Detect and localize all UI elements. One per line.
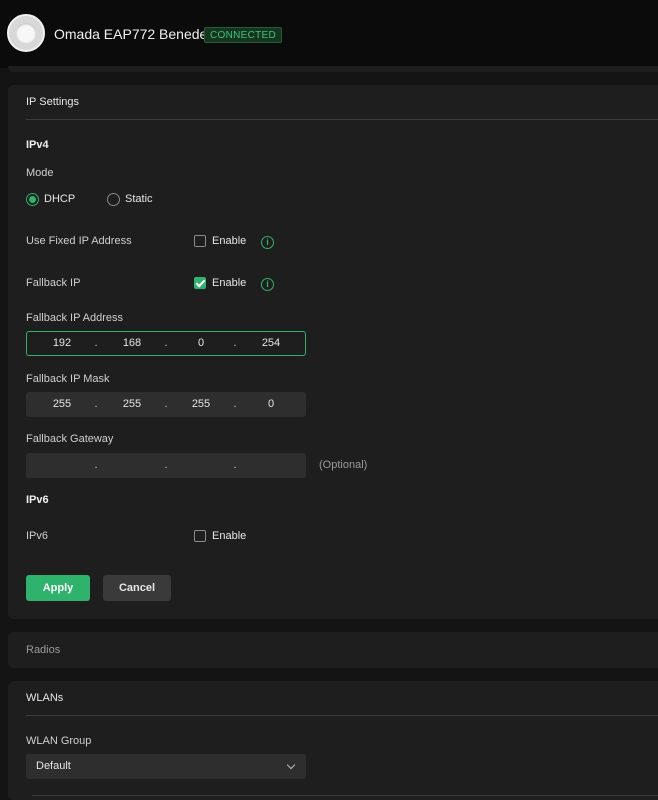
radios-title[interactable]: Radios — [26, 644, 60, 656]
ipv6-heading: IPv6 — [26, 494, 49, 506]
mode-dhcp-radio[interactable]: DHCP — [26, 192, 96, 208]
mode-label: Mode — [26, 167, 54, 179]
info-icon[interactable]: i — [261, 236, 274, 249]
wlans-divider — [26, 715, 658, 716]
apply-button[interactable]: Apply — [26, 575, 90, 601]
fixed-ip-checkbox[interactable]: Enable — [194, 234, 254, 250]
fallback-ip-checkbox[interactable]: Enable — [194, 276, 254, 292]
ip-octet-3[interactable]: 0 — [176, 332, 226, 355]
cancel-button[interactable]: Cancel — [103, 575, 171, 601]
wlan-group-select[interactable]: Default — [26, 754, 306, 779]
mode-static-radio[interactable]: Static — [107, 192, 177, 208]
gateway-optional-hint: (Optional) — [319, 459, 368, 471]
ip-settings-card: IP Settings IPv4 Mode DHCP Static Use Fi… — [8, 85, 658, 619]
device-avatar-icon — [7, 14, 45, 52]
gateway-octet-1[interactable] — [37, 454, 87, 477]
mask-octet-1[interactable]: 255 — [37, 393, 87, 416]
checkbox-checked-icon — [194, 277, 206, 289]
mode-static-label: Static — [125, 193, 153, 205]
ip-settings-divider — [26, 119, 658, 120]
mode-dhcp-label: DHCP — [44, 193, 76, 205]
radios-card[interactable]: Radios — [8, 632, 658, 668]
fallback-ip-address-input[interactable]: 192 . 168 . 0 . 254 — [26, 331, 306, 356]
ip-dot-separator: . — [94, 337, 98, 349]
mask-octet-2[interactable]: 255 — [107, 393, 157, 416]
device-name: Omada EAP772 Beneden — [54, 26, 216, 42]
ip-octet-4[interactable]: 254 — [246, 332, 296, 355]
ip-dot-separator: . — [233, 459, 237, 471]
ipv6-checkbox[interactable]: Enable — [194, 529, 254, 545]
ipv4-heading: IPv4 — [26, 139, 49, 151]
ipv6-label: IPv6 — [26, 530, 49, 542]
ip-dot-separator: . — [233, 398, 237, 410]
fixed-ip-enable-label: Enable — [212, 235, 247, 247]
radio-checked-icon — [26, 193, 39, 206]
fallback-ip-address-label: Fallback IP Address — [26, 312, 124, 324]
fallback-ip-enable-label: Enable — [212, 277, 247, 289]
fallback-gateway-label: Fallback Gateway — [26, 433, 114, 445]
fallback-ip-label: Fallback IP — [26, 277, 81, 289]
wlans-title[interactable]: WLANs — [26, 692, 63, 704]
ipv6-enable-label: Enable — [212, 530, 247, 542]
checkbox-unchecked-icon — [194, 235, 206, 247]
fallback-gateway-input[interactable]: . . . — [26, 453, 306, 478]
ip-dot-separator: . — [94, 459, 98, 471]
ip-dot-separator: . — [164, 398, 168, 410]
mask-octet-4[interactable]: 0 — [246, 393, 296, 416]
mask-octet-3[interactable]: 255 — [176, 393, 226, 416]
checkbox-unchecked-icon — [194, 530, 206, 542]
info-icon[interactable]: i — [261, 278, 274, 291]
ip-dot-separator: . — [94, 398, 98, 410]
radio-unchecked-icon — [107, 193, 120, 206]
ip-settings-title[interactable]: IP Settings — [26, 96, 79, 108]
fixed-ip-label: Use Fixed IP Address — [26, 235, 132, 247]
fallback-ip-mask-label: Fallback IP Mask — [26, 373, 110, 385]
ip-dot-separator: . — [164, 337, 168, 349]
wlan-group-label: WLAN Group — [26, 735, 92, 747]
gateway-octet-4[interactable] — [246, 454, 296, 477]
wlan-group-value: Default — [36, 760, 71, 772]
ip-octet-2[interactable]: 168 — [107, 332, 157, 355]
ip-dot-separator: . — [233, 337, 237, 349]
wlans-bottom-divider — [32, 795, 658, 796]
ip-octet-1[interactable]: 192 — [37, 332, 87, 355]
status-badge: CONNECTED — [204, 27, 283, 43]
device-header: Omada EAP772 Beneden CONNECTED — [0, 0, 658, 68]
header-divider — [8, 66, 658, 72]
chevron-down-icon — [286, 760, 296, 770]
ip-dot-separator: . — [164, 459, 168, 471]
fallback-ip-mask-input[interactable]: 255 . 255 . 255 . 0 — [26, 392, 306, 417]
wlans-card: WLANs WLAN Group Default — [8, 681, 658, 800]
gateway-octet-3[interactable] — [176, 454, 226, 477]
gateway-octet-2[interactable] — [107, 454, 157, 477]
